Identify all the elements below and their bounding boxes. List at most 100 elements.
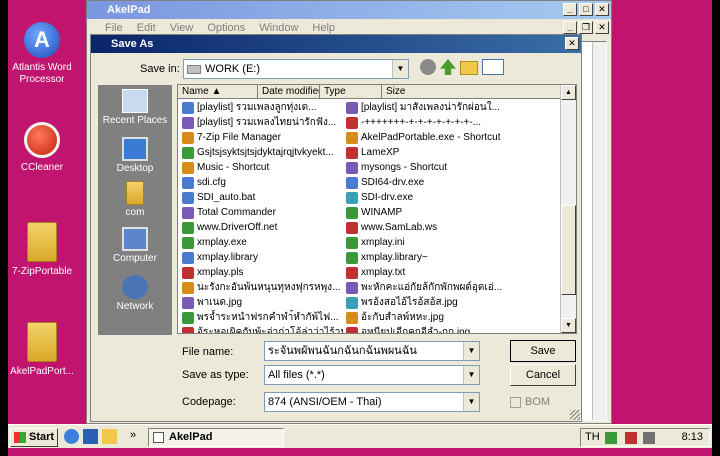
file-item[interactable]: [playlist] รวมเพลงลูกทุ่งเด... [182,100,344,115]
new-folder-icon[interactable] [460,61,478,75]
file-item[interactable]: xmplay.txt [346,265,560,280]
file-item[interactable]: SDI64-drv.exe [346,175,560,190]
bom-checkbox[interactable]: BOM [510,396,550,408]
language-indicator[interactable]: TH [585,429,600,446]
file-item[interactable]: พาเนด.jpg [182,295,344,310]
place-desktop[interactable]: Desktop [98,137,172,174]
close-button[interactable]: ✕ [595,3,609,16]
folder-icon [27,322,57,362]
maximize-button[interactable]: □ [579,3,593,16]
file-item[interactable]: พรจ้ำระหนำฟรกคำพำ้หำกัพ้ไฟ... [182,310,344,325]
resize-grip[interactable] [570,410,580,420]
desktop-icon-ccleaner[interactable]: CCleaner [8,122,78,174]
menu-options[interactable]: Options [207,22,245,34]
desktop-icon-atlantis[interactable]: A Atlantis Word Processor [8,22,78,86]
scroll-thumb[interactable] [561,205,576,295]
clock[interactable]: 8:13 [682,429,703,446]
browser-icon[interactable] [64,429,79,444]
tray-security-icon[interactable] [625,432,637,444]
view-menu-icon[interactable] [482,59,504,75]
file-item[interactable]: WINAMP [346,205,560,220]
file-item[interactable]: www.DriverOff.net [182,220,344,235]
quick-launch-chevron[interactable]: » [130,429,136,441]
codepage-combo[interactable]: 874 (ANSI/OEM - Thai) ▼ [264,392,480,412]
mdi-minimize-button[interactable]: _ [563,21,577,34]
column-header-size[interactable]: Size [382,85,562,99]
file-item[interactable]: -+++++++-+-+-+-+-+-+-+-... [346,115,560,130]
file-item[interactable]: www.SamLab.ws [346,220,560,235]
file-name: www.DriverOff.net [197,222,278,233]
file-name: LameXP [361,147,400,158]
file-item[interactable]: อุ้ระหอเผิคกับพ้ะอ่าก่าโอ้ล่าว่าไร้านกั.… [182,325,344,333]
menu-edit[interactable]: Edit [137,22,156,34]
chevron-down-icon[interactable]: ▼ [392,60,408,78]
cancel-button[interactable]: Cancel [510,364,576,386]
file-name: 7-Zip File Manager [197,132,281,143]
volume-icon[interactable] [643,432,655,444]
up-folder-icon[interactable] [440,59,456,75]
file-icon [346,326,358,333]
mdi-close-button[interactable]: ✕ [595,21,609,34]
column-header-date[interactable]: Date modified [258,85,320,99]
column-header-name[interactable]: Name ▲ [178,85,258,99]
task-akelpad[interactable]: AkelPad [148,428,284,447]
place-recent[interactable]: Recent Places [98,89,172,126]
file-item[interactable]: SDI_auto.bat [182,190,344,205]
editor-scrollbar[interactable] [592,42,606,420]
place-computer[interactable]: Computer [98,227,172,264]
file-item[interactable]: xmplay.library~ [346,250,560,265]
desktop-icon-akelpadportable[interactable]: AkelPadPort... [8,322,78,378]
file-name-input[interactable]: ระจันพผัพนฉันกฉันกฉันพผนฉัน ▼ [264,341,480,361]
file-item[interactable]: 7-Zip File Manager [182,130,344,145]
file-item[interactable]: xmplay.ini [346,235,560,250]
file-item[interactable]: Music - Shortcut [182,160,344,175]
file-name: sdi.cfg [197,177,226,188]
save-button[interactable]: Save [510,340,576,362]
scroll-up-button[interactable]: ▲ [561,85,576,100]
file-item[interactable]: [playlist] มาสังเพลงน่ารักผ่อนใ... [346,100,560,115]
back-icon[interactable] [420,59,436,75]
place-network[interactable]: Network [98,275,172,312]
file-item[interactable]: xmplay.pls [182,265,344,280]
tool-icon[interactable] [102,429,117,444]
file-item[interactable]: พรอ้งสอไอ้ไรอ้สอ้ส.jpg [346,295,560,310]
show-desktop-icon[interactable] [83,429,98,444]
tray-app-icon[interactable] [605,432,617,444]
file-item[interactable]: อุหนียปเอีกคกอีลำ-กก.jpg [346,325,560,333]
file-item[interactable]: พะหักคะแอ่กัยล้กักพักพผด์อุดเอ่... [346,280,560,295]
file-item[interactable]: mysongs - Shortcut [346,160,560,175]
minimize-button[interactable]: _ [563,3,577,16]
file-icon [346,206,358,219]
chevron-down-icon[interactable]: ▼ [463,342,479,360]
menu-file[interactable]: File [105,22,123,34]
scroll-down-button[interactable]: ▼ [561,318,576,333]
file-item[interactable]: AkelPadPortable.exe - Shortcut [346,130,560,145]
menu-help[interactable]: Help [312,22,335,34]
start-button[interactable]: Start [10,428,58,447]
file-item[interactable]: LameXP [346,145,560,160]
file-icon [346,251,358,264]
file-item[interactable]: xmplay.library [182,250,344,265]
column-header-type[interactable]: Type [320,85,382,99]
file-icon [346,311,358,324]
chevron-down-icon[interactable]: ▼ [463,393,479,411]
desktop-icon-7zip[interactable]: 7-ZipPortable [8,222,78,278]
file-list[interactable]: Name ▲ Date modified Type Size [playlist… [177,84,577,334]
mdi-restore-button[interactable]: ❐ [579,21,593,34]
file-item[interactable]: sdi.cfg [182,175,344,190]
menu-view[interactable]: View [170,22,194,34]
file-item[interactable]: Gsjtsjsyktsjtsjdyktajrqjtvkyekt... [182,145,344,160]
file-item[interactable]: Total Commander [182,205,344,220]
file-list-scrollbar[interactable]: ▲ ▼ [560,85,576,333]
place-com[interactable]: com [98,181,172,218]
file-item[interactable]: SDI-drv.exe [346,190,560,205]
save-in-combo[interactable]: WORK (E:) ▼ [183,59,409,79]
menu-window[interactable]: Window [259,22,298,34]
chevron-down-icon[interactable]: ▼ [463,366,479,384]
save-as-type-combo[interactable]: All files (*.*) ▼ [264,365,480,385]
dialog-close-button[interactable]: ✕ [565,37,579,50]
file-item[interactable]: นะรังกะอันพ้นหนุนทุหงฟุกรหพุง... [182,280,344,295]
file-item[interactable]: xmplay.exe [182,235,344,250]
file-item[interactable]: [playlist] รวมเพลงไทยน่ารักฟัง... [182,115,344,130]
file-item[interactable]: อ้ะกับสำลพ์หหะ.jpg [346,310,560,325]
